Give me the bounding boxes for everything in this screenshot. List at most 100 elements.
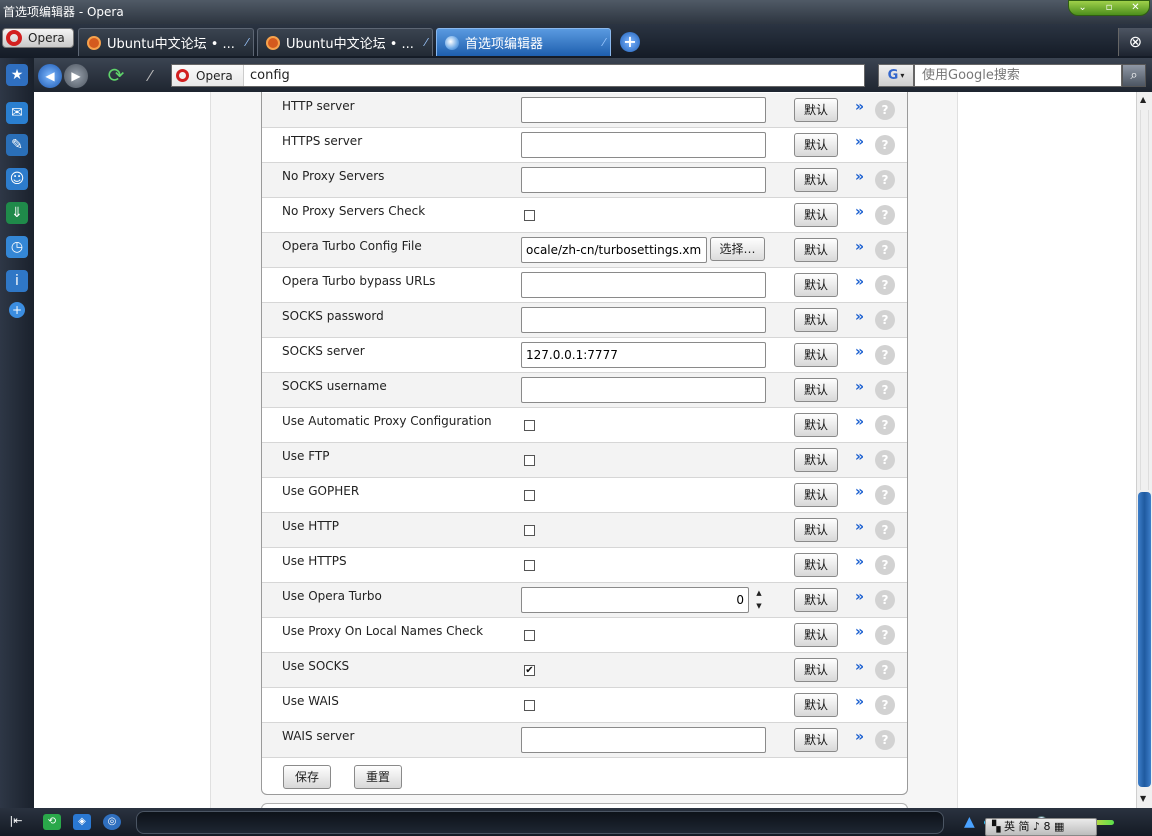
tab-ubuntu-forum-1[interactable]: Ubuntu中文论坛 • ... ⁄ xyxy=(78,28,254,56)
more-info-link[interactable]: » xyxy=(855,309,864,325)
search-button[interactable]: ⌕ xyxy=(1122,64,1146,87)
more-info-link[interactable]: » xyxy=(855,169,864,185)
default-button[interactable]: 默认 xyxy=(794,483,838,507)
help-icon[interactable]: ? xyxy=(875,695,895,715)
more-info-link[interactable]: » xyxy=(855,379,864,395)
help-icon[interactable]: ? xyxy=(875,205,895,225)
preference-checkbox[interactable] xyxy=(524,560,535,571)
default-button[interactable]: 默认 xyxy=(794,238,838,262)
more-info-link[interactable]: » xyxy=(855,239,864,255)
preference-checkbox[interactable] xyxy=(524,525,535,536)
help-icon[interactable]: ? xyxy=(875,135,895,155)
preference-checkbox[interactable] xyxy=(524,420,535,431)
more-info-link[interactable]: » xyxy=(855,344,864,360)
help-icon[interactable]: ? xyxy=(875,240,895,260)
help-icon[interactable]: ? xyxy=(875,380,895,400)
contacts-icon[interactable]: ☺ xyxy=(6,168,28,190)
close-tab-icon[interactable]: ⁄ xyxy=(246,36,248,49)
more-info-link[interactable]: » xyxy=(855,134,864,150)
url-field[interactable]: Opera config xyxy=(171,64,865,87)
help-icon[interactable]: ? xyxy=(875,310,895,330)
more-info-link[interactable]: » xyxy=(855,414,864,430)
text-input[interactable] xyxy=(521,167,766,193)
help-icon[interactable]: ? xyxy=(875,415,895,435)
help-icon[interactable]: ? xyxy=(875,660,895,680)
notes-icon[interactable]: ✎ xyxy=(6,134,28,156)
number-input[interactable] xyxy=(521,587,749,613)
text-input[interactable] xyxy=(521,272,766,298)
more-info-link[interactable]: » xyxy=(855,729,864,745)
tab-preferences-editor[interactable]: 首选项编辑器 ⁄ xyxy=(436,28,611,56)
more-info-link[interactable]: » xyxy=(855,99,864,115)
help-icon[interactable]: ? xyxy=(875,625,895,645)
help-icon[interactable]: ? xyxy=(875,275,895,295)
reset-button[interactable]: 重置 xyxy=(354,765,402,789)
new-tab-button[interactable]: + xyxy=(620,32,640,52)
turbo-icon[interactable]: ◎ xyxy=(103,814,121,830)
forward-button[interactable]: ▶ xyxy=(64,64,88,88)
more-info-link[interactable]: » xyxy=(855,274,864,290)
downloads-icon[interactable]: ⇓ xyxy=(6,202,28,224)
default-button[interactable]: 默认 xyxy=(794,133,838,157)
help-icon[interactable]: ? xyxy=(875,100,895,120)
close-tab-icon[interactable]: ⁄ xyxy=(425,36,427,49)
text-input[interactable] xyxy=(521,97,766,123)
more-info-link[interactable]: » xyxy=(855,449,864,465)
unite-icon[interactable]: ◈ xyxy=(73,814,91,830)
add-panel-icon[interactable]: + xyxy=(9,302,25,318)
default-button[interactable]: 默认 xyxy=(794,308,838,332)
more-info-link[interactable]: » xyxy=(855,519,864,535)
opera-menu-button[interactable]: Opera xyxy=(2,28,74,48)
default-button[interactable]: 默认 xyxy=(794,448,838,472)
more-info-link[interactable]: » xyxy=(855,694,864,710)
preference-checkbox[interactable] xyxy=(524,490,535,501)
default-button[interactable]: 默认 xyxy=(794,413,838,437)
help-icon[interactable]: ? xyxy=(875,730,895,750)
scroll-down-icon[interactable]: ▼ xyxy=(1140,794,1146,803)
help-icon[interactable]: ? xyxy=(875,485,895,505)
file-path-input[interactable] xyxy=(521,237,707,263)
search-engine-selector[interactable]: G ▾ xyxy=(878,64,914,87)
save-button[interactable]: 保存 xyxy=(283,765,331,789)
close-window-button[interactable]: ✕ xyxy=(1131,0,1139,20)
default-button[interactable]: 默认 xyxy=(794,273,838,297)
default-button[interactable]: 默认 xyxy=(794,343,838,367)
default-button[interactable]: 默认 xyxy=(794,168,838,192)
default-button[interactable]: 默认 xyxy=(794,518,838,542)
url-text[interactable]: config xyxy=(244,68,290,83)
vertical-scrollbar[interactable]: ▲ ▼ xyxy=(1136,92,1152,808)
default-button[interactable]: 默认 xyxy=(794,588,838,612)
choose-file-button[interactable]: 选择… xyxy=(710,237,765,261)
spin-up-icon[interactable]: ▲ xyxy=(751,587,767,600)
close-tab-icon[interactable]: ⁄ xyxy=(603,36,605,49)
help-icon[interactable]: ? xyxy=(875,450,895,470)
maximize-button[interactable]: ▫ xyxy=(1106,0,1113,20)
closed-tabs-button[interactable]: ⊗ xyxy=(1118,28,1152,56)
more-info-link[interactable]: » xyxy=(855,624,864,640)
default-button[interactable]: 默认 xyxy=(794,553,838,577)
history-icon[interactable]: ◷ xyxy=(6,236,28,258)
reload-button[interactable]: ⟳ xyxy=(104,64,128,88)
preference-checkbox[interactable] xyxy=(524,210,535,221)
number-spinner[interactable]: ▲ ▼ xyxy=(751,587,767,613)
input-method-bar[interactable]: ▚ 英 简 ♪ 8 ▦ xyxy=(985,818,1097,836)
more-info-link[interactable]: » xyxy=(855,659,864,675)
scroll-up-icon[interactable]: ▲ xyxy=(1140,95,1146,104)
scroll-thumb[interactable] xyxy=(1138,492,1151,787)
default-button[interactable]: 默认 xyxy=(794,728,838,752)
panel-toggle-button[interactable]: |⇤ xyxy=(4,814,28,830)
more-info-link[interactable]: » xyxy=(855,554,864,570)
wand-button[interactable]: ⁄ xyxy=(138,64,162,88)
help-icon[interactable]: ? xyxy=(875,520,895,540)
default-button[interactable]: 默认 xyxy=(794,658,838,682)
default-button[interactable]: 默认 xyxy=(794,98,838,122)
spin-down-icon[interactable]: ▼ xyxy=(751,600,767,613)
text-input[interactable] xyxy=(521,727,766,753)
default-button[interactable]: 默认 xyxy=(794,623,838,647)
help-icon[interactable]: ? xyxy=(875,345,895,365)
bookmarks-icon[interactable]: ★ xyxy=(6,64,28,86)
help-icon[interactable]: ? xyxy=(875,590,895,610)
text-input[interactable] xyxy=(521,342,766,368)
default-button[interactable]: 默认 xyxy=(794,203,838,227)
more-info-link[interactable]: » xyxy=(855,484,864,500)
